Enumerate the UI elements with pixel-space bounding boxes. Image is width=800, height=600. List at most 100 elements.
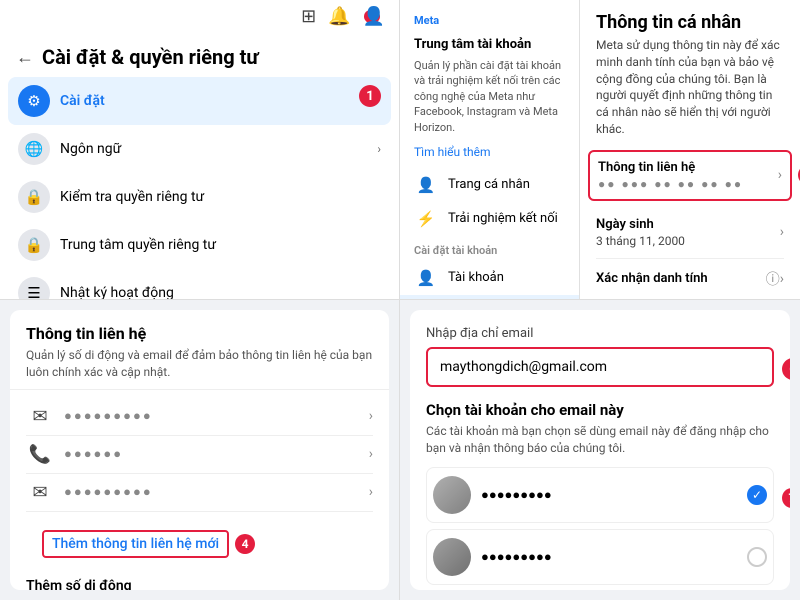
account2-radio[interactable]	[747, 547, 767, 567]
profile-nav-icon: 👤	[414, 176, 438, 194]
connected-icon: ⚡	[414, 210, 438, 228]
personal-info-section-header: Thông tin cá nhân Meta sử dụng thông tin…	[580, 0, 800, 144]
account2-name: ●●●●●●●●●	[481, 549, 737, 565]
contact-info-title: Thông tin liên hệ	[26, 324, 373, 343]
profile-icon[interactable]: 👤	[363, 6, 385, 27]
personal-info-panel: Meta Trung tâm tài khoản Quản lý phần cà…	[400, 0, 800, 300]
contact-info-value: ●● ●●● ●● ●● ●● ●●	[598, 177, 778, 191]
menu-item-settings[interactable]: ⚙ Cài đặt 1	[8, 77, 391, 125]
personal-info-items: Thông tin liên hệ ●● ●●● ●● ●● ●● ●● › 3…	[580, 150, 800, 299]
account1-name: ●●●●●●●●●	[481, 487, 737, 503]
menu-item-privacy-check[interactable]: 🔒 Kiểm tra quyền riêng tư	[8, 173, 391, 221]
language-icon: 🌐	[18, 133, 50, 165]
birthday-item[interactable]: Ngày sinh 3 tháng 11, 2000 ›	[596, 207, 784, 259]
info-circle-icon: ⓘ	[766, 269, 780, 289]
contact-row-phone[interactable]: 📞 ●●●●●● ›	[26, 436, 373, 474]
email1-arrow: ›	[369, 408, 373, 424]
contact-info-item[interactable]: Thông tin liên hệ ●● ●●● ●● ●● ●● ●● › 3	[588, 150, 792, 201]
account-nav-icon: 👤	[414, 269, 438, 287]
privacy-center-icon: 🔒	[18, 229, 50, 261]
contact-info-label: Thông tin liên hệ	[598, 160, 778, 175]
nav-profile[interactable]: 👤 Trang cá nhân	[400, 168, 579, 202]
nav-connected[interactable]: ⚡ Trải nghiệm kết nối	[400, 202, 579, 236]
contact-arrow-icon: ›	[778, 167, 782, 183]
contact-rows: ✉ ●●●●●●●●● › 📞 ●●●●●● › ✉ ●●●●●●●●● ›	[10, 390, 389, 520]
step-1-badge: 1	[359, 85, 381, 107]
personal-info-title: Thông tin cá nhân	[596, 12, 784, 33]
chevron-right-icon: ›	[377, 142, 381, 156]
birthday-arrow-icon: ›	[780, 224, 784, 240]
account-item-2[interactable]: ●●●●●●●●●	[426, 529, 774, 585]
personal-info-desc: Meta sử dụng thông tin này để xác minh d…	[596, 37, 784, 138]
settings-title: Cài đặt & quyền riêng tư	[42, 45, 259, 69]
nav-connected-label: Trải nghiệm kết nối	[448, 211, 558, 226]
settings-panel: ⊞ 🔔 4 👤 ← Cài đặt & quyền riêng tư ⚙ Cài…	[0, 0, 400, 300]
nav-personal-info[interactable]: 📋 Thông tin cá nhân 2	[400, 295, 579, 299]
contact-info-header: Thông tin liên hệ Quản lý số di động và …	[10, 310, 389, 390]
back-arrow-icon[interactable]: ←	[16, 47, 34, 68]
meta-logo: Meta	[414, 14, 439, 27]
email2-arrow: ›	[369, 484, 373, 500]
privacy-check-label: Kiểm tra quyền riêng tư	[60, 189, 204, 205]
contact-row-email1[interactable]: ✉ ●●●●●●●●● ›	[26, 398, 373, 436]
step-7-badge: 7	[782, 488, 790, 508]
account-center-nav: Meta Trung tâm tài khoản Quản lý phần cà…	[400, 0, 580, 299]
settings-label: Cài đặt	[60, 93, 105, 109]
identity-arrow-icon: ›	[780, 271, 784, 287]
nav-account[interactable]: 👤 Tài khoản	[400, 261, 579, 295]
email-entry-container: Nhập địa chỉ email maythongdich@gmail.co…	[410, 310, 790, 590]
menu-item-activity-log[interactable]: ☰ Nhật ký hoạt động	[8, 269, 391, 300]
add-new-contact-wrapper: Thêm thông tin liên hệ mới 4	[26, 524, 373, 564]
account-item-1[interactable]: ●●●●●●●●●	[426, 467, 774, 523]
learn-more-link[interactable]: Tìm hiểu thêm	[414, 145, 491, 159]
account2-avatar-img	[433, 538, 471, 576]
account1-avatar	[433, 476, 471, 514]
notification-icon[interactable]: 🔔 4	[328, 6, 350, 27]
menu-item-privacy-center[interactable]: 🔒 Trung tâm quyền riêng tư	[8, 221, 391, 269]
email-entry-panel: Nhập địa chỉ email maythongdich@gmail.co…	[400, 300, 800, 600]
email2-icon: ✉	[26, 482, 54, 503]
step-6-badge: 6	[782, 358, 790, 380]
account1-wrapper: ●●●●●●●●● 7	[426, 467, 774, 529]
email-input-wrapper: maythongdich@gmail.com 6	[426, 347, 774, 391]
contact-row-email2[interactable]: ✉ ●●●●●●●●● ›	[26, 474, 373, 512]
settings-header: ← Cài đặt & quyền riêng tư	[0, 33, 399, 77]
activity-log-icon: ☰	[18, 277, 50, 300]
phone-icon: 📞	[26, 444, 54, 465]
email-input-label: Nhập địa chỉ email	[426, 326, 774, 341]
menu-item-language[interactable]: 🌐 Ngôn ngữ ›	[8, 125, 391, 173]
nav-profile-label: Trang cá nhân	[448, 177, 530, 192]
add-new-contact-label: Thêm thông tin liên hệ mới	[52, 536, 219, 552]
language-label: Ngôn ngữ	[60, 141, 121, 157]
email1-value: ●●●●●●●●●	[64, 408, 359, 424]
contact-info-container: Thông tin liên hệ Quản lý số di động và …	[10, 310, 389, 590]
identity-item[interactable]: Xác nhận danh tính ⓘ ›	[596, 259, 784, 299]
privacy-check-icon: 🔒	[18, 181, 50, 213]
choose-account-desc: Các tài khoản mà bạn chọn sẽ dùng email …	[426, 423, 774, 457]
identity-label: Xác nhận danh tính	[596, 271, 766, 286]
birthday-content: Ngày sinh 3 tháng 11, 2000	[596, 217, 780, 248]
nav-account-label: Tài khoản	[448, 270, 504, 285]
account1-avatar-img	[433, 476, 471, 514]
birthday-value: 3 tháng 11, 2000	[596, 234, 780, 248]
privacy-center-label: Trung tâm quyền riêng tư	[60, 237, 216, 253]
contact-info-content: Thông tin liên hệ ●● ●●● ●● ●● ●● ●●	[598, 160, 778, 191]
activity-log-label: Nhật ký hoạt động	[60, 285, 174, 300]
email-input-field[interactable]: maythongdich@gmail.com	[426, 347, 774, 387]
email2-value: ●●●●●●●●●	[64, 484, 359, 500]
contact-info-panel: Thông tin liên hệ Quản lý số di động và …	[0, 300, 400, 600]
email-input-value: maythongdich@gmail.com	[440, 359, 607, 375]
account-center-title: Trung tâm tài khoản	[400, 35, 579, 58]
account1-radio[interactable]	[747, 485, 767, 505]
account-settings-header: Cài đặt tài khoản	[400, 236, 579, 261]
phone-value: ●●●●●●	[64, 446, 359, 462]
choose-account-title: Chọn tài khoản cho email này	[426, 401, 774, 419]
email1-icon: ✉	[26, 406, 54, 427]
account2-avatar	[433, 538, 471, 576]
identity-content: Xác nhận danh tính	[596, 271, 766, 286]
phone-arrow: ›	[369, 446, 373, 462]
settings-menu: ⚙ Cài đặt 1 🌐 Ngôn ngữ › 🔒 Kiểm tra quyề…	[0, 77, 399, 300]
settings-icon: ⚙	[18, 85, 50, 117]
grid-icon[interactable]: ⊞	[301, 6, 316, 27]
add-new-contact-link[interactable]: Thêm thông tin liên hệ mới 4	[42, 530, 229, 558]
